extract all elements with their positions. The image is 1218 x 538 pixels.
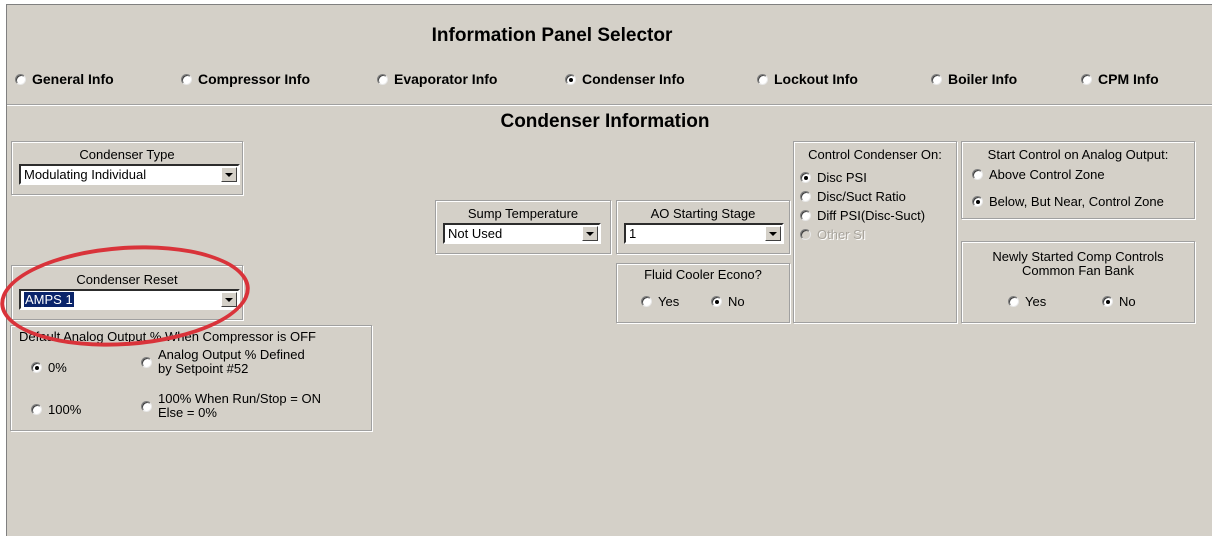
radio-default-run[interactable]: 100% When Run/Stop = ON Else = 0% — [141, 392, 321, 420]
radio-disc-suct-ratio[interactable]: Disc/Suct Ratio — [800, 189, 906, 204]
radio-icon — [1008, 296, 1019, 307]
ao-starting-stage-group: AO Starting Stage 1 — [616, 200, 790, 254]
chevron-down-icon[interactable] — [582, 226, 598, 241]
radio-cpm-info[interactable]: CPM Info — [1081, 71, 1159, 87]
selector-title: Information Panel Selector — [431, 25, 673, 46]
radio-icon — [800, 229, 811, 240]
radio-default-defined[interactable]: Analog Output % Defined by Setpoint #52 — [141, 348, 305, 376]
start-control-label: Start Control on Analog Output: — [987, 147, 1169, 162]
radio-lockout-info[interactable]: Lockout Info — [757, 71, 858, 87]
sump-temperature-value: Not Used — [448, 226, 503, 241]
divider — [7, 104, 1212, 106]
radio-icon — [31, 404, 42, 415]
start-control-group: Start Control on Analog Output: Above Co… — [961, 141, 1195, 219]
radio-general-info[interactable]: General Info — [15, 71, 114, 87]
radio-icon — [141, 400, 152, 412]
sump-temperature-group: Sump Temperature Not Used — [435, 200, 611, 254]
radio-default-100[interactable]: 100% — [31, 402, 81, 417]
radio-below-control-zone[interactable]: Below, But Near, Control Zone — [972, 194, 1164, 209]
ao-starting-stage-value: 1 — [629, 226, 637, 241]
fluid-cooler-group: Fluid Cooler Econo? Yes No — [616, 263, 790, 323]
radio-other-si: Other SI — [800, 227, 865, 242]
radio-icon — [972, 169, 983, 180]
sump-temperature-select[interactable]: Not Used — [443, 223, 601, 244]
fluid-cooler-label: Fluid Cooler Econo? — [644, 267, 762, 282]
radio-icon — [931, 73, 942, 85]
newly-started-group: Newly Started Comp Controls Common Fan Ba… — [961, 241, 1195, 323]
radio-diff-psi[interactable]: Diff PSI(Disc-Suct) — [800, 208, 925, 223]
radio-icon — [15, 73, 26, 85]
radio-default-0[interactable]: 0% — [31, 360, 67, 375]
sump-temperature-label: Sump Temperature — [467, 206, 579, 221]
ao-starting-stage-label: AO Starting Stage — [650, 206, 756, 221]
radio-newly-started-yes[interactable]: Yes — [1008, 294, 1046, 309]
radio-condenser-info[interactable]: Condenser Info — [565, 71, 685, 87]
radio-icon — [800, 210, 811, 221]
condenser-title: Condenser Information — [500, 111, 710, 132]
condenser-type-group: Condenser Type Modulating Individual — [11, 141, 243, 195]
radio-icon — [972, 196, 983, 207]
radio-boiler-info[interactable]: Boiler Info — [931, 71, 1017, 87]
radio-newly-started-no[interactable]: No — [1102, 294, 1136, 309]
radio-fluid-cooler-no[interactable]: No — [711, 294, 745, 309]
radio-evaporator-info[interactable]: Evaporator Info — [377, 71, 497, 87]
newly-started-label: Newly Started Comp Controls Common Fan Ba… — [992, 249, 1164, 278]
condenser-type-label: Condenser Type — [79, 147, 175, 162]
radio-icon — [800, 172, 811, 183]
radio-compressor-info[interactable]: Compressor Info — [181, 71, 310, 87]
radio-disc-psi[interactable]: Disc PSI — [800, 170, 867, 185]
radio-icon — [641, 296, 652, 307]
radio-icon — [565, 73, 576, 85]
ao-starting-stage-select[interactable]: 1 — [624, 223, 784, 244]
condenser-type-value: Modulating Individual — [24, 167, 147, 182]
control-condenser-group: Control Condenser On: Disc PSI Disc/Suct… — [793, 141, 957, 323]
chevron-down-icon[interactable] — [221, 167, 237, 182]
radio-fluid-cooler-yes[interactable]: Yes — [641, 294, 679, 309]
radio-icon — [141, 356, 152, 368]
chevron-down-icon[interactable] — [765, 226, 781, 241]
radio-icon — [1102, 296, 1113, 307]
radio-icon — [377, 73, 388, 85]
radio-icon — [1081, 73, 1092, 85]
condenser-type-select[interactable]: Modulating Individual — [19, 164, 240, 185]
radio-icon — [31, 362, 42, 373]
radio-icon — [757, 73, 768, 85]
radio-icon — [181, 73, 192, 85]
radio-icon — [711, 296, 722, 307]
radio-icon — [800, 191, 811, 202]
radio-above-control-zone[interactable]: Above Control Zone — [972, 167, 1105, 182]
control-condenser-label: Control Condenser On: — [808, 147, 942, 162]
